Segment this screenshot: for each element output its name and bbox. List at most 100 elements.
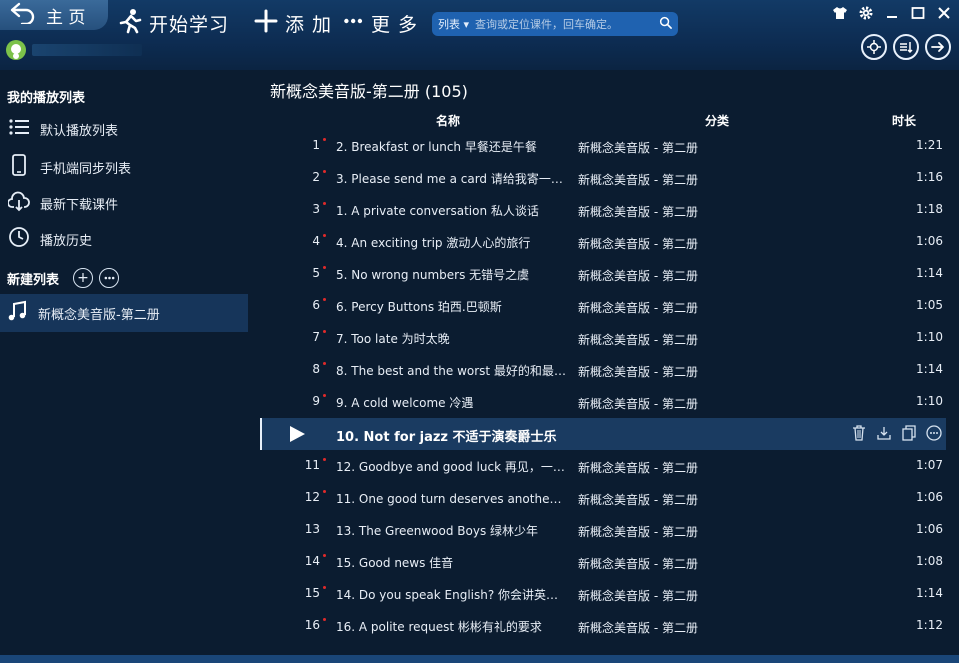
track-duration: 1:06	[916, 490, 943, 504]
track-name: 2. Breakfast or lunch 早餐还是午餐	[336, 140, 537, 154]
window-controls	[831, 4, 953, 22]
track-duration: 1:21	[916, 138, 943, 152]
minimize-icon[interactable]	[883, 4, 901, 22]
sidebar-item-history[interactable]: 播放历史	[0, 222, 248, 256]
table-row[interactable]: 12 11. One good turn deserves another 礼尚往…	[260, 482, 946, 514]
track-number: 4	[312, 234, 320, 248]
table-row[interactable]: 2 3. Please send me a card 请给我寄一张明信片新概念美音…	[260, 162, 946, 194]
track-category: 新概念美音版 - 第二册	[578, 205, 698, 219]
column-header-duration[interactable]: 时长	[892, 112, 916, 129]
search-icon[interactable]	[659, 16, 672, 32]
sidebar-item-default-list[interactable]: 默认播放列表	[0, 112, 248, 146]
track-duration: 1:06	[916, 234, 943, 248]
track-name: 15. Good news 佳音	[336, 556, 454, 570]
table-row[interactable]: 6 6. Percy Buttons 珀西.巴顿斯 新概念美音版 - 第二册 1:05	[260, 290, 946, 322]
table-row[interactable]: 15 14. Do you speak English? 你会讲英语吗？ 新概念美音…	[260, 578, 946, 610]
unplayed-dot-icon	[323, 202, 326, 205]
table-row[interactable]: 14 15. Good news 佳音 新概念美音版 - 第二册 1:08	[260, 546, 946, 578]
track-number: 9	[312, 394, 320, 408]
track-duration: 1:14	[916, 266, 943, 280]
table-row[interactable]: 16 16. A polite request 彬彬有礼的要求 新概念美音版 - 第…	[260, 610, 946, 642]
more-options-icon[interactable]	[925, 424, 942, 441]
track-number: 1	[312, 138, 320, 152]
track-name: 12. Goodbye and good luck 再见，一路顺风	[336, 460, 566, 474]
more-button[interactable]: 更 多	[343, 8, 418, 38]
close-icon[interactable]	[935, 4, 953, 22]
arrow-right-icon[interactable]	[925, 34, 951, 60]
list-more-dots-icon[interactable]	[99, 268, 119, 288]
home-button[interactable]: 主 页	[0, 0, 108, 30]
sidebar-item-phone-sync[interactable]: 手机端同步列表	[0, 150, 248, 184]
track-number: 8	[312, 362, 320, 376]
user-area[interactable]	[6, 40, 142, 60]
sidebar-item-active-playlist[interactable]: 新概念美音版-第二册	[0, 294, 248, 332]
sidebar-item-label: 默认播放列表	[40, 123, 119, 139]
column-header-category[interactable]: 分类	[705, 112, 729, 129]
track-category: 新概念美音版 - 第二册	[578, 589, 698, 603]
copy-document-icon[interactable]	[900, 424, 917, 441]
track-name: 10. Not for jazz 不适于演奏爵士乐	[336, 430, 557, 445]
track-duration: 1:10	[916, 330, 943, 344]
start-learning-button[interactable]: 开始学习	[117, 8, 229, 38]
track-category: 新概念美音版 - 第二册	[578, 173, 698, 187]
track-name: 1. A private conversation 私人谈话	[336, 204, 539, 218]
play-icon[interactable]	[288, 425, 306, 443]
sort-list-icon[interactable]	[893, 34, 919, 60]
download-icon[interactable]	[875, 424, 892, 441]
sidebar-item-recent-downloads[interactable]: 最新下载课件	[0, 186, 248, 220]
table-row[interactable]: 11 12. Goodbye and good luck 再见，一路顺风 新概念美音…	[260, 450, 946, 482]
unplayed-dot-icon	[323, 298, 326, 301]
track-duration: 1:05	[916, 298, 943, 312]
table-row[interactable]: 13 13. The Greenwood Boys 绿林少年 新概念美音版 - 第二…	[260, 514, 946, 546]
avatar[interactable]	[6, 40, 26, 60]
track-category: 新概念美音版 - 第二册	[578, 333, 698, 347]
track-duration: 1:14	[916, 362, 943, 376]
unplayed-dot-icon	[323, 458, 326, 461]
track-number: 7	[312, 330, 320, 344]
track-number: 13	[304, 522, 320, 536]
track-number: 14	[304, 554, 320, 568]
track-name: 8. The best and the worst 最好的和最差的	[336, 364, 566, 378]
clock-icon	[8, 226, 30, 252]
table-row[interactable]: 7 7. Too late 为时太晚 新概念美音版 - 第二册 1:10	[260, 322, 946, 354]
track-number: 2	[312, 170, 320, 184]
track-category: 新概念美音版 - 第二册	[578, 557, 698, 571]
sidebar-item-label: 新概念美音版-第二册	[38, 307, 160, 323]
add-button[interactable]: 添 加	[253, 8, 332, 38]
unplayed-dot-icon	[323, 266, 326, 269]
skin-tshirt-icon[interactable]	[831, 4, 849, 22]
search-input[interactable]	[475, 17, 659, 31]
track-number: 5	[312, 266, 320, 280]
search-scope-dropdown[interactable]: 列表 ▾	[438, 16, 469, 32]
settings-gear-icon[interactable]	[857, 4, 875, 22]
track-name: 16. A polite request 彬彬有礼的要求	[336, 620, 542, 634]
table-row[interactable]: 1 2. Breakfast or lunch 早餐还是午餐 新概念美音版 - 第二…	[260, 130, 946, 162]
table-row[interactable]: 5 5. No wrong numbers 无错号之虞 新概念美音版 - 第二册 1:…	[260, 258, 946, 290]
back-arrow-icon	[10, 2, 36, 29]
track-duration: 1:14	[916, 586, 943, 600]
track-number: 16	[304, 618, 320, 632]
unplayed-dot-icon	[323, 170, 326, 173]
phone-icon	[8, 154, 30, 180]
track-name: 5. No wrong numbers 无错号之虞	[336, 268, 530, 282]
table-row[interactable]: 3 1. A private conversation 私人谈话 新概念美音版 - …	[260, 194, 946, 226]
track-duration: 1:07	[916, 458, 943, 472]
status-bar	[0, 655, 959, 663]
table-row[interactable]: 4 4. An exciting trip 激动人心的旅行 新概念美音版 - 第二册…	[260, 226, 946, 258]
track-name: 9. A cold welcome 冷遇	[336, 396, 474, 410]
trash-icon[interactable]	[850, 424, 867, 441]
track-name: 13. The Greenwood Boys 绿林少年	[336, 524, 539, 538]
new-list-actions: +	[73, 268, 119, 288]
scrollbar[interactable]	[949, 110, 959, 655]
table-row[interactable]: 8 8. The best and the worst 最好的和最差的 新概念美音版…	[260, 354, 946, 386]
table-row-now-playing[interactable]: 10. Not for jazz 不适于演奏爵士乐	[260, 418, 946, 450]
table-row[interactable]: 9 9. A cold welcome 冷遇 新概念美音版 - 第二册 1:10	[260, 386, 946, 418]
track-category: 新概念美音版 - 第二册	[578, 525, 698, 539]
track-number: 6	[312, 298, 320, 312]
unplayed-dot-icon	[323, 234, 326, 237]
sidebar-item-label: 手机端同步列表	[40, 161, 132, 177]
add-list-plus-icon[interactable]: +	[73, 268, 93, 288]
locate-target-icon[interactable]	[861, 34, 887, 60]
maximize-icon[interactable]	[909, 4, 927, 22]
column-header-name[interactable]: 名称	[436, 112, 460, 129]
